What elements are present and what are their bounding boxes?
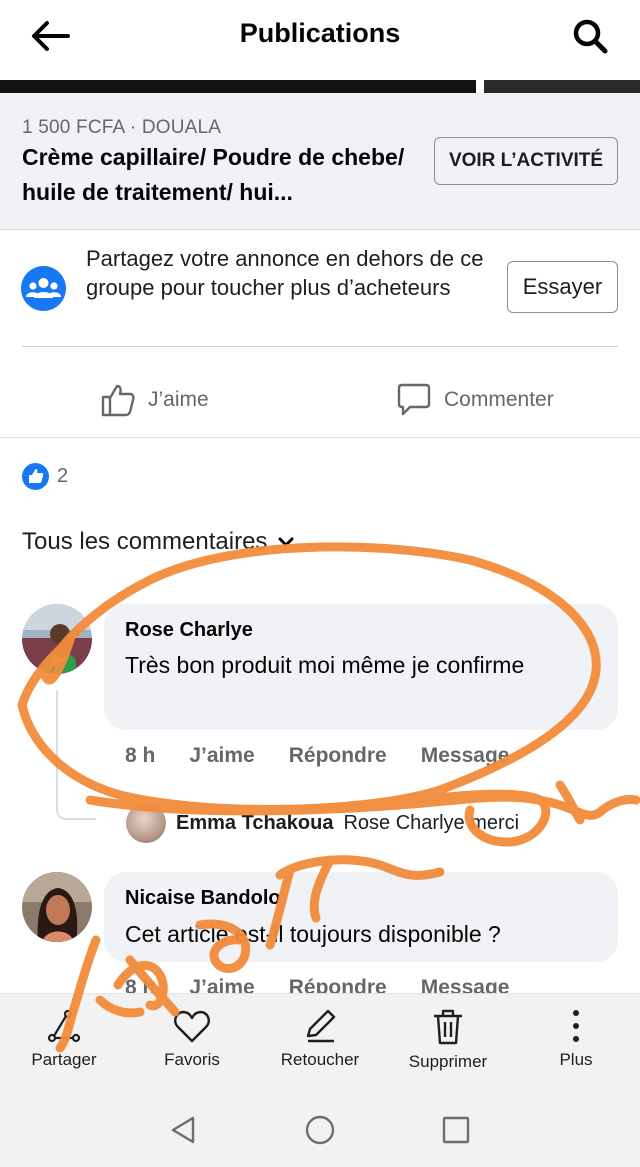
share-promo-text: Partagez votre annonce en dehors de ce g… [86,246,484,300]
nav-home-button[interactable] [299,1109,341,1151]
listing-summary: 1 500 FCFA · DOUALA Crème capillaire/ Po… [0,93,640,230]
share-icon [47,1009,81,1043]
reply-author: Emma Tchakoua [176,811,334,834]
comment-bubble[interactable]: Rose Charlye Très bon produit moi même j… [104,604,618,730]
group-icon [21,266,66,311]
chevron-down-icon [278,537,294,547]
delete-label: Supprimer [408,1052,488,1071]
reply-text: Rose Charlye merci [343,811,520,834]
heart-icon [174,1010,210,1043]
post-actions: J’aime Commenter [0,362,640,438]
favorites-label: Favoris [164,1050,220,1069]
top-bar: Publications [0,0,640,80]
comment-label: Commenter [444,388,554,411]
share-promo: Partagez votre annonce en dehors de ce g… [0,231,640,346]
comment-message-button[interactable]: Message [421,744,510,768]
comment-author[interactable]: Rose Charlye [125,619,253,642]
comments-filter[interactable]: Tous les commentaires [22,528,295,556]
reaction-count: 2 [57,464,69,487]
like-label: J’aime [148,388,209,411]
comment-reply-button[interactable]: Répondre [289,744,387,768]
thumbs-up-icon [101,384,135,417]
bottom-toolbar: Partager Favoris Retoucher Supprimer Plu… [0,993,640,1093]
trash-icon [434,1009,462,1045]
divider [22,346,618,347]
listing-photo[interactable] [0,80,476,93]
reply-preview[interactable]: Emma Tchakoua Rose Charlye merci [126,803,520,843]
comment-meta: 8 h J’aime Répondre Message [125,744,543,768]
avatar [126,803,166,843]
comment-like-button[interactable]: J’aime [189,744,254,768]
search-button[interactable] [568,14,612,58]
listing-title[interactable]: Crème capillaire/ Poudre de chebe/ huile… [22,140,422,210]
avatar[interactable] [22,872,92,942]
comment-time: 8 h [125,744,156,767]
comment-icon [397,383,431,416]
more-vertical-icon [573,1010,579,1042]
comment-text: Très bon produit moi même je confirme [125,652,525,678]
more-label: Plus [559,1050,593,1069]
comment-author[interactable]: Nicaise Bandolo [125,887,281,910]
like-reaction-icon [22,462,49,490]
more-button[interactable]: Plus [512,1008,640,1070]
nav-home-icon [305,1115,335,1145]
favorites-button[interactable]: Favoris [128,1008,256,1070]
reply-thread-line [56,690,96,820]
page-title: Publications [239,18,401,48]
delete-button[interactable]: Supprimer [384,1008,512,1072]
share-label: Partager [31,1050,97,1069]
nav-back-icon [171,1116,195,1144]
share-button[interactable]: Partager [0,1008,128,1070]
comment-text: Cet article est-il toujours disponible ? [125,921,501,947]
nav-recents-button[interactable] [435,1109,477,1151]
nav-back-button[interactable] [162,1109,204,1151]
comments-filter-label: Tous les commentaires [22,528,268,555]
edit-label: Retoucher [280,1050,360,1069]
search-icon [573,19,608,54]
view-activity-button[interactable]: VOIR L’ACTIVITÉ [434,137,618,185]
edit-button[interactable]: Retoucher [256,1008,384,1070]
listing-photo-thumbnail[interactable] [484,80,640,93]
pencil-icon [306,1009,336,1043]
try-button[interactable]: Essayer [507,261,618,313]
nav-recents-icon [442,1116,470,1144]
comment-button[interactable]: Commenter [396,380,554,420]
listing-price-location: 1 500 FCFA · DOUALA [22,117,222,138]
comment-bubble[interactable]: Nicaise Bandolo Cet article est-il toujo… [104,872,618,962]
listing-photo-strip[interactable] [0,80,640,93]
reactions-summary[interactable]: 2 [22,462,68,490]
avatar[interactable] [22,604,92,674]
system-nav-bar [0,1093,640,1167]
like-button[interactable]: J’aime [100,380,209,420]
